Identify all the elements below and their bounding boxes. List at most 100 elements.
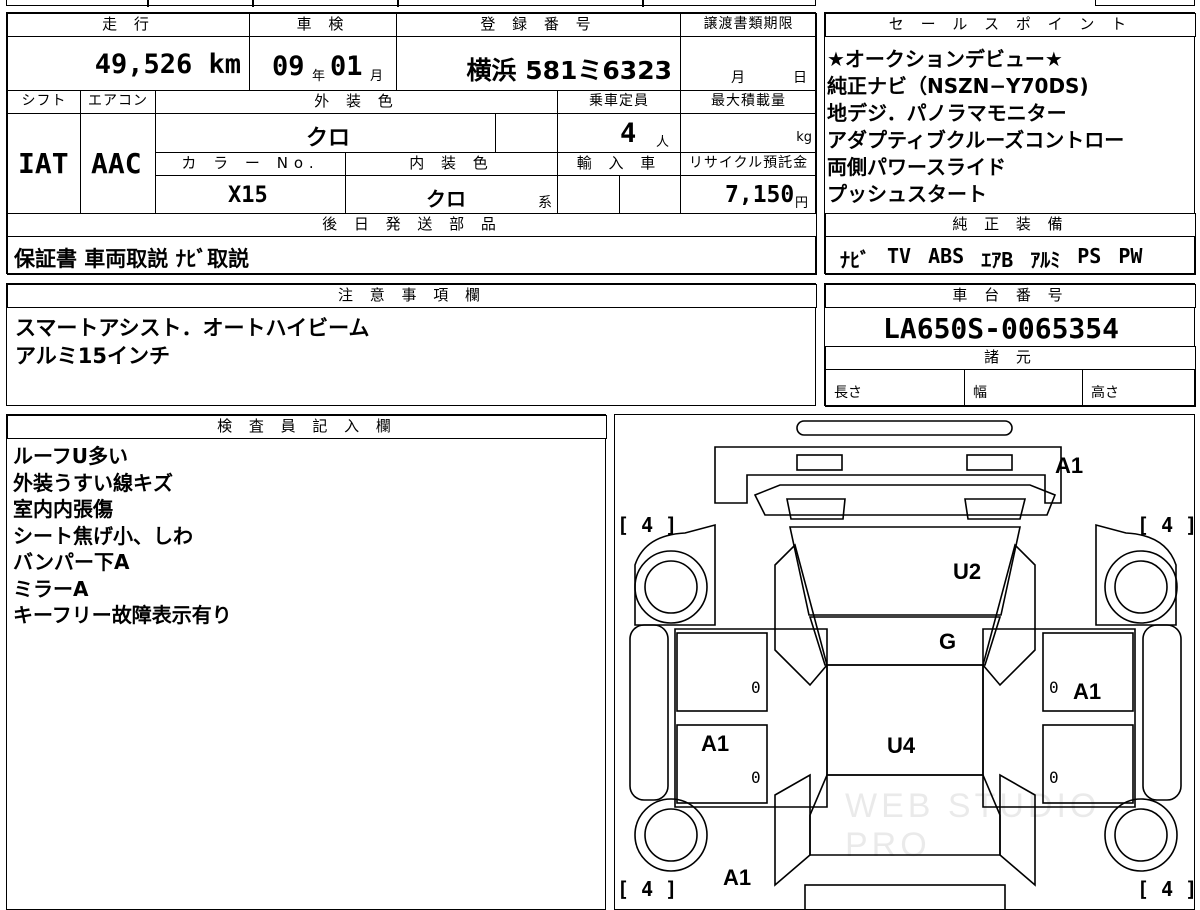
transfer-cell: 月 日 [680, 36, 817, 91]
hood-vent-right [964, 498, 1027, 520]
zero-marker: 0 [1049, 678, 1059, 697]
interior-color-suffix: 系 [538, 195, 552, 211]
chassis-box: 車 台 番 号 LA650S-0065354 諸 元 長さ 幅 高さ [824, 283, 1196, 407]
zero-marker: 0 [1049, 768, 1059, 787]
zero-marker: 0 [751, 768, 761, 787]
top-strip [6, 0, 816, 7]
mileage-value: 49,526 km [94, 49, 241, 80]
registration-header: 登 録 番 号 [396, 13, 681, 37]
import-cell-b [619, 175, 681, 214]
damage-diagram: [ 4 ] [ 4 ] [ 4 ] [ 4 ] A1 U2 G A1 A1 U4… [614, 414, 1195, 910]
transfer-month-unit: 月 [731, 70, 745, 86]
recycle-unit: 円 [795, 196, 809, 211]
inspector-list: ルーフU多い 外装うすい線キズ 室内内張傷 シート焦げ小、しわ バンパー下A ミ… [13, 443, 232, 629]
shaken-year: 09 [272, 51, 305, 82]
wheel-front-left-inner [644, 560, 698, 614]
skirt-right [1142, 624, 1182, 801]
equipment-item: PW [1118, 244, 1143, 268]
chassis-header: 車 台 番 号 [825, 284, 1196, 308]
watermark: WEB STUDIO PRO [845, 787, 1101, 864]
aircon-cell: AAC [80, 113, 156, 214]
shaken-month-unit: 月 [370, 69, 384, 84]
mark-rear-left: A1 [723, 865, 752, 890]
tire-front-left-label: [ 4 ] [617, 513, 678, 537]
wheel-rear-left-inner [644, 808, 698, 862]
interior-color-header: 内 装 色 [345, 152, 558, 176]
sales-points-box: セ ー ル ス ポ イ ン ト ★オークションデビュー★ 純正ナビ（NSZN−Y… [824, 12, 1196, 275]
sales-point-line: プッシュスタート [827, 182, 987, 206]
shaken-month: 01 [330, 51, 363, 82]
shaken-year-unit: 年 [312, 69, 326, 84]
aircon-value: AAC [91, 147, 142, 180]
windshield [808, 616, 1002, 666]
mileage-header: 走 行 [7, 13, 250, 37]
equipment-item: ﾅﾋﾞ [840, 248, 870, 272]
exterior-color-cell: クロ [155, 113, 496, 153]
notes-list: スマートアシスト．オートハイビーム アルミ15インチ [15, 314, 369, 370]
max-load-unit: kg [796, 130, 812, 145]
spec-width-label: 幅 [973, 385, 987, 401]
shift-value: IAT [18, 147, 69, 180]
spec-length-label: 長さ [834, 385, 862, 401]
top-strip-divider [252, 0, 254, 7]
rear-bumper [804, 884, 1006, 909]
notes-box: 注 意 事 項 欄 スマートアシスト．オートハイビーム アルミ15インチ [6, 283, 817, 406]
top-strip-divider [642, 0, 644, 7]
capacity-unit: 人 [656, 135, 670, 150]
shift-header: シフト [7, 90, 81, 114]
exterior-color-value: クロ [306, 126, 351, 151]
recycle-cell: 7,150 円 [680, 175, 817, 214]
inspector-box: 検 査 員 記 入 欄 ルーフU多い 外装うすい線キズ 室内内張傷 シート焦げ小… [6, 414, 607, 910]
recycle-value: 7,150 [725, 182, 795, 208]
rear-pillar-left [774, 773, 811, 887]
wheel-front-right-inner [1114, 560, 1168, 614]
inspector-header: 検 査 員 記 入 欄 [7, 415, 607, 439]
genuine-equipment-list: ﾅﾋﾞ TV ABS ｴｱB ｱﾙﾐ PS PW [840, 244, 1142, 273]
registration-cell: 横浜 581ミ6323 [396, 36, 681, 91]
inspector-line: ミラーA [13, 576, 89, 601]
later-parts-cell: 保証書 車両取説 ﾅﾋﾞ取説 [7, 236, 817, 275]
mark-front-right: A1 [1055, 453, 1084, 478]
inspector-line: バンパー下A [13, 550, 130, 574]
inspector-line: シート焦げ小、しわ [13, 523, 193, 548]
genuine-equipment-header: 純 正 装 備 [825, 213, 1196, 237]
recycle-header: リサイクル預託金 [680, 152, 817, 176]
color-no-header: カ ラ ー No. [155, 152, 346, 176]
notes-header: 注 意 事 項 欄 [7, 284, 817, 308]
top-strip-right [1095, 0, 1195, 6]
mileage-cell: 49,526 km [7, 36, 250, 91]
shift-cell: IAT [7, 113, 81, 214]
equipment-item: ABS [928, 244, 965, 268]
transfer-day-unit: 日 [793, 70, 807, 86]
exterior-color-extra [495, 113, 558, 153]
transfer-header: 譲渡書類期限 [680, 13, 817, 37]
sales-point-line: 地デジ．パノラマモニター [827, 101, 1067, 125]
spec-height-label: 高さ [1091, 385, 1119, 401]
note-line: スマートアシスト．オートハイビーム [15, 316, 370, 340]
tire-rear-right-label: [ 4 ] [1137, 877, 1195, 901]
roof-panel [789, 526, 1021, 616]
shaken-cell: 09 年 01 月 [249, 36, 397, 91]
sales-point-line: ★オークションデビュー★ [827, 47, 1063, 71]
zero-marker: 0 [751, 678, 761, 697]
headlight-left [796, 454, 843, 471]
import-cell-a [557, 175, 620, 214]
inspector-line: 室内内張傷 [13, 497, 113, 521]
max-load-header: 最大積載量 [680, 90, 817, 114]
specs-header: 諸 元 [825, 346, 1196, 370]
registration-value: 横浜 581ミ6323 [466, 56, 672, 85]
later-parts-header: 後 日 発 送 部 品 [7, 213, 817, 237]
skirt-left [629, 624, 669, 801]
sales-points-header: セ ー ル ス ポ イ ン ト [825, 13, 1196, 37]
top-strip-divider [147, 0, 149, 7]
later-parts-value: 保証書 車両取説 ﾅﾋﾞ取説 [14, 247, 250, 271]
equipment-item: ｴｱB [981, 248, 1014, 272]
interior-color-value: クロ [426, 187, 466, 211]
equipment-item: PS [1077, 244, 1102, 268]
capacity-value: 4 [620, 118, 637, 149]
sales-points-list: ★オークションデビュー★ 純正ナビ（NSZN−Y70DS) 地デジ．パノラマモニ… [827, 46, 1124, 208]
sales-point-line: アダプティブクルーズコントロー [827, 128, 1125, 152]
mark-left-side: A1 [701, 731, 730, 756]
headlight-right [966, 454, 1013, 471]
sales-point-line: 両側パワースライド [827, 155, 1006, 179]
